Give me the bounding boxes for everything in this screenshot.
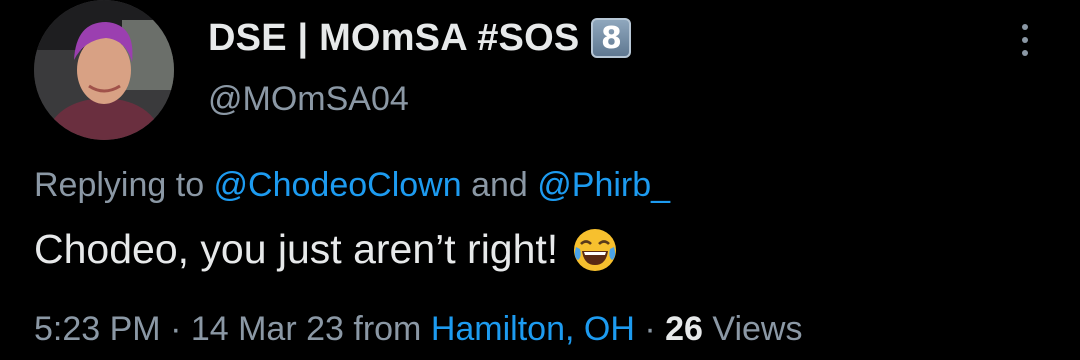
tweet-text: Chodeo, you just aren’t right!	[34, 226, 618, 273]
views-label: Views	[702, 310, 803, 348]
display-name[interactable]: DSE | MOmSA #SOS	[208, 17, 579, 60]
views-count[interactable]: 26	[665, 310, 703, 348]
replying-prefix: Replying to	[34, 166, 214, 204]
more-dot	[1022, 50, 1028, 56]
user-name-row: DSE | MOmSA #SOS 8	[208, 14, 632, 62]
meta-separator: ·	[160, 310, 191, 348]
tweet-time[interactable]: 5:23 PM	[34, 310, 161, 348]
keycap-8-icon: 8	[591, 18, 632, 58]
face-with-tears-of-joy-icon	[572, 227, 618, 273]
keycap-digit: 8	[600, 20, 622, 56]
replying-to-line: Replying to @ChodeoClown and @Phirb_	[34, 166, 670, 205]
more-dot	[1022, 37, 1028, 43]
tweet-meta: 5:23 PM · 14 Mar 23 from Hamilton, OH · …	[34, 310, 802, 349]
replying-conjunction: and	[461, 166, 538, 204]
location-link[interactable]: Hamilton, OH	[431, 310, 635, 348]
from-label: from	[343, 310, 431, 348]
tweet-body: Chodeo, you just aren’t right!	[34, 226, 559, 272]
tweet-date[interactable]: 14 Mar 23	[191, 310, 344, 348]
avatar[interactable]	[34, 0, 174, 140]
more-dot	[1022, 24, 1028, 30]
user-handle[interactable]: @MOmSA04	[208, 80, 409, 119]
mention-link-phirb[interactable]: @Phirb_	[537, 166, 670, 204]
meta-separator: ·	[634, 310, 666, 348]
more-vertical-icon[interactable]	[1010, 20, 1040, 60]
mention-link-chodeoclown[interactable]: @ChodeoClown	[214, 166, 462, 204]
